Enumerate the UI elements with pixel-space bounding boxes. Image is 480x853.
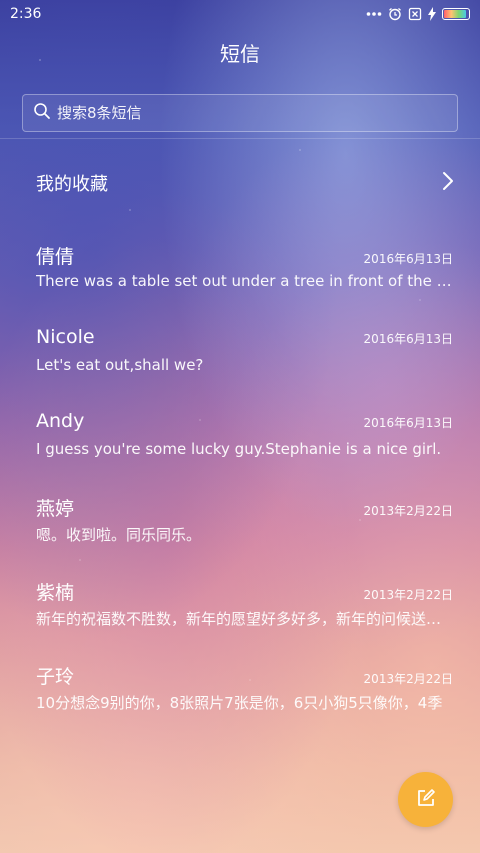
message-date: 2013年2月22日: [363, 504, 453, 518]
search-input[interactable]: [57, 104, 457, 122]
message-preview: Let's eat out,shall we?: [36, 356, 204, 374]
conversation-list: 倩倩 2016年6月13日 There was a table set out …: [0, 238, 480, 742]
alarm-icon: [388, 7, 402, 21]
search-box[interactable]: [22, 94, 458, 132]
conversation-item[interactable]: 倩倩 2016年6月13日 There was a table set out …: [0, 238, 480, 322]
message-preview: 10分想念9别的你，8张照片7张是你，6只小狗5只像你，4季: [36, 694, 443, 712]
message-date: 2013年2月22日: [363, 588, 453, 602]
message-preview: 嗯。收到啦。同乐同乐。: [36, 526, 202, 544]
search-icon: [33, 102, 51, 124]
message-date: 2013年2月22日: [363, 672, 453, 686]
more-dots-icon: [366, 11, 382, 17]
conversation-item[interactable]: 燕婷 2013年2月22日 嗯。收到啦。同乐同乐。: [0, 490, 480, 574]
status-time: 2:36: [10, 6, 42, 22]
battery-icon: [442, 8, 470, 20]
compose-icon: [416, 788, 436, 812]
compose-button[interactable]: [398, 772, 453, 827]
conversation-item[interactable]: 子玲 2013年2月22日 10分想念9别的你，8张照片7张是你，6只小狗5只像…: [0, 658, 480, 742]
conversation-item[interactable]: 紫楠 2013年2月22日 新年的祝福数不胜数，新年的愿望好多好多，新年的问候送…: [0, 574, 480, 658]
header-divider: [0, 138, 480, 139]
favorites-label: 我的收藏: [36, 174, 108, 195]
conversation-item[interactable]: Andy 2016年6月13日 I guess you're some luck…: [0, 406, 480, 490]
page-title: 短信: [220, 42, 260, 66]
message-date: 2016年6月13日: [363, 416, 453, 430]
status-bar: 2:36: [0, 0, 480, 28]
status-icons: [366, 7, 470, 21]
contact-name: 燕婷: [36, 498, 75, 520]
message-preview: I guess you're some lucky guy.Stephanie …: [36, 440, 442, 458]
conversation-item[interactable]: Nicole 2016年6月13日 Let's eat out,shall we…: [0, 322, 480, 406]
sim-off-icon: [408, 7, 422, 21]
favorites-row[interactable]: 我的收藏: [0, 160, 480, 206]
chevron-right-icon: [442, 171, 454, 196]
contact-name: 子玲: [36, 666, 75, 688]
message-preview: 新年的祝福数不胜数，新年的愿望好多好多，新年的问候送给你: [36, 610, 453, 628]
message-date: 2016年6月13日: [363, 332, 453, 346]
battery-level: [444, 10, 467, 18]
contact-name: Nicole: [36, 326, 95, 348]
message-date: 2016年6月13日: [363, 252, 453, 266]
contact-name: Andy: [36, 410, 85, 432]
contact-name: 倩倩: [36, 246, 75, 268]
message-preview: There was a table set out under a tree i…: [36, 272, 453, 290]
charging-icon: [428, 7, 436, 21]
contact-name: 紫楠: [36, 582, 75, 604]
